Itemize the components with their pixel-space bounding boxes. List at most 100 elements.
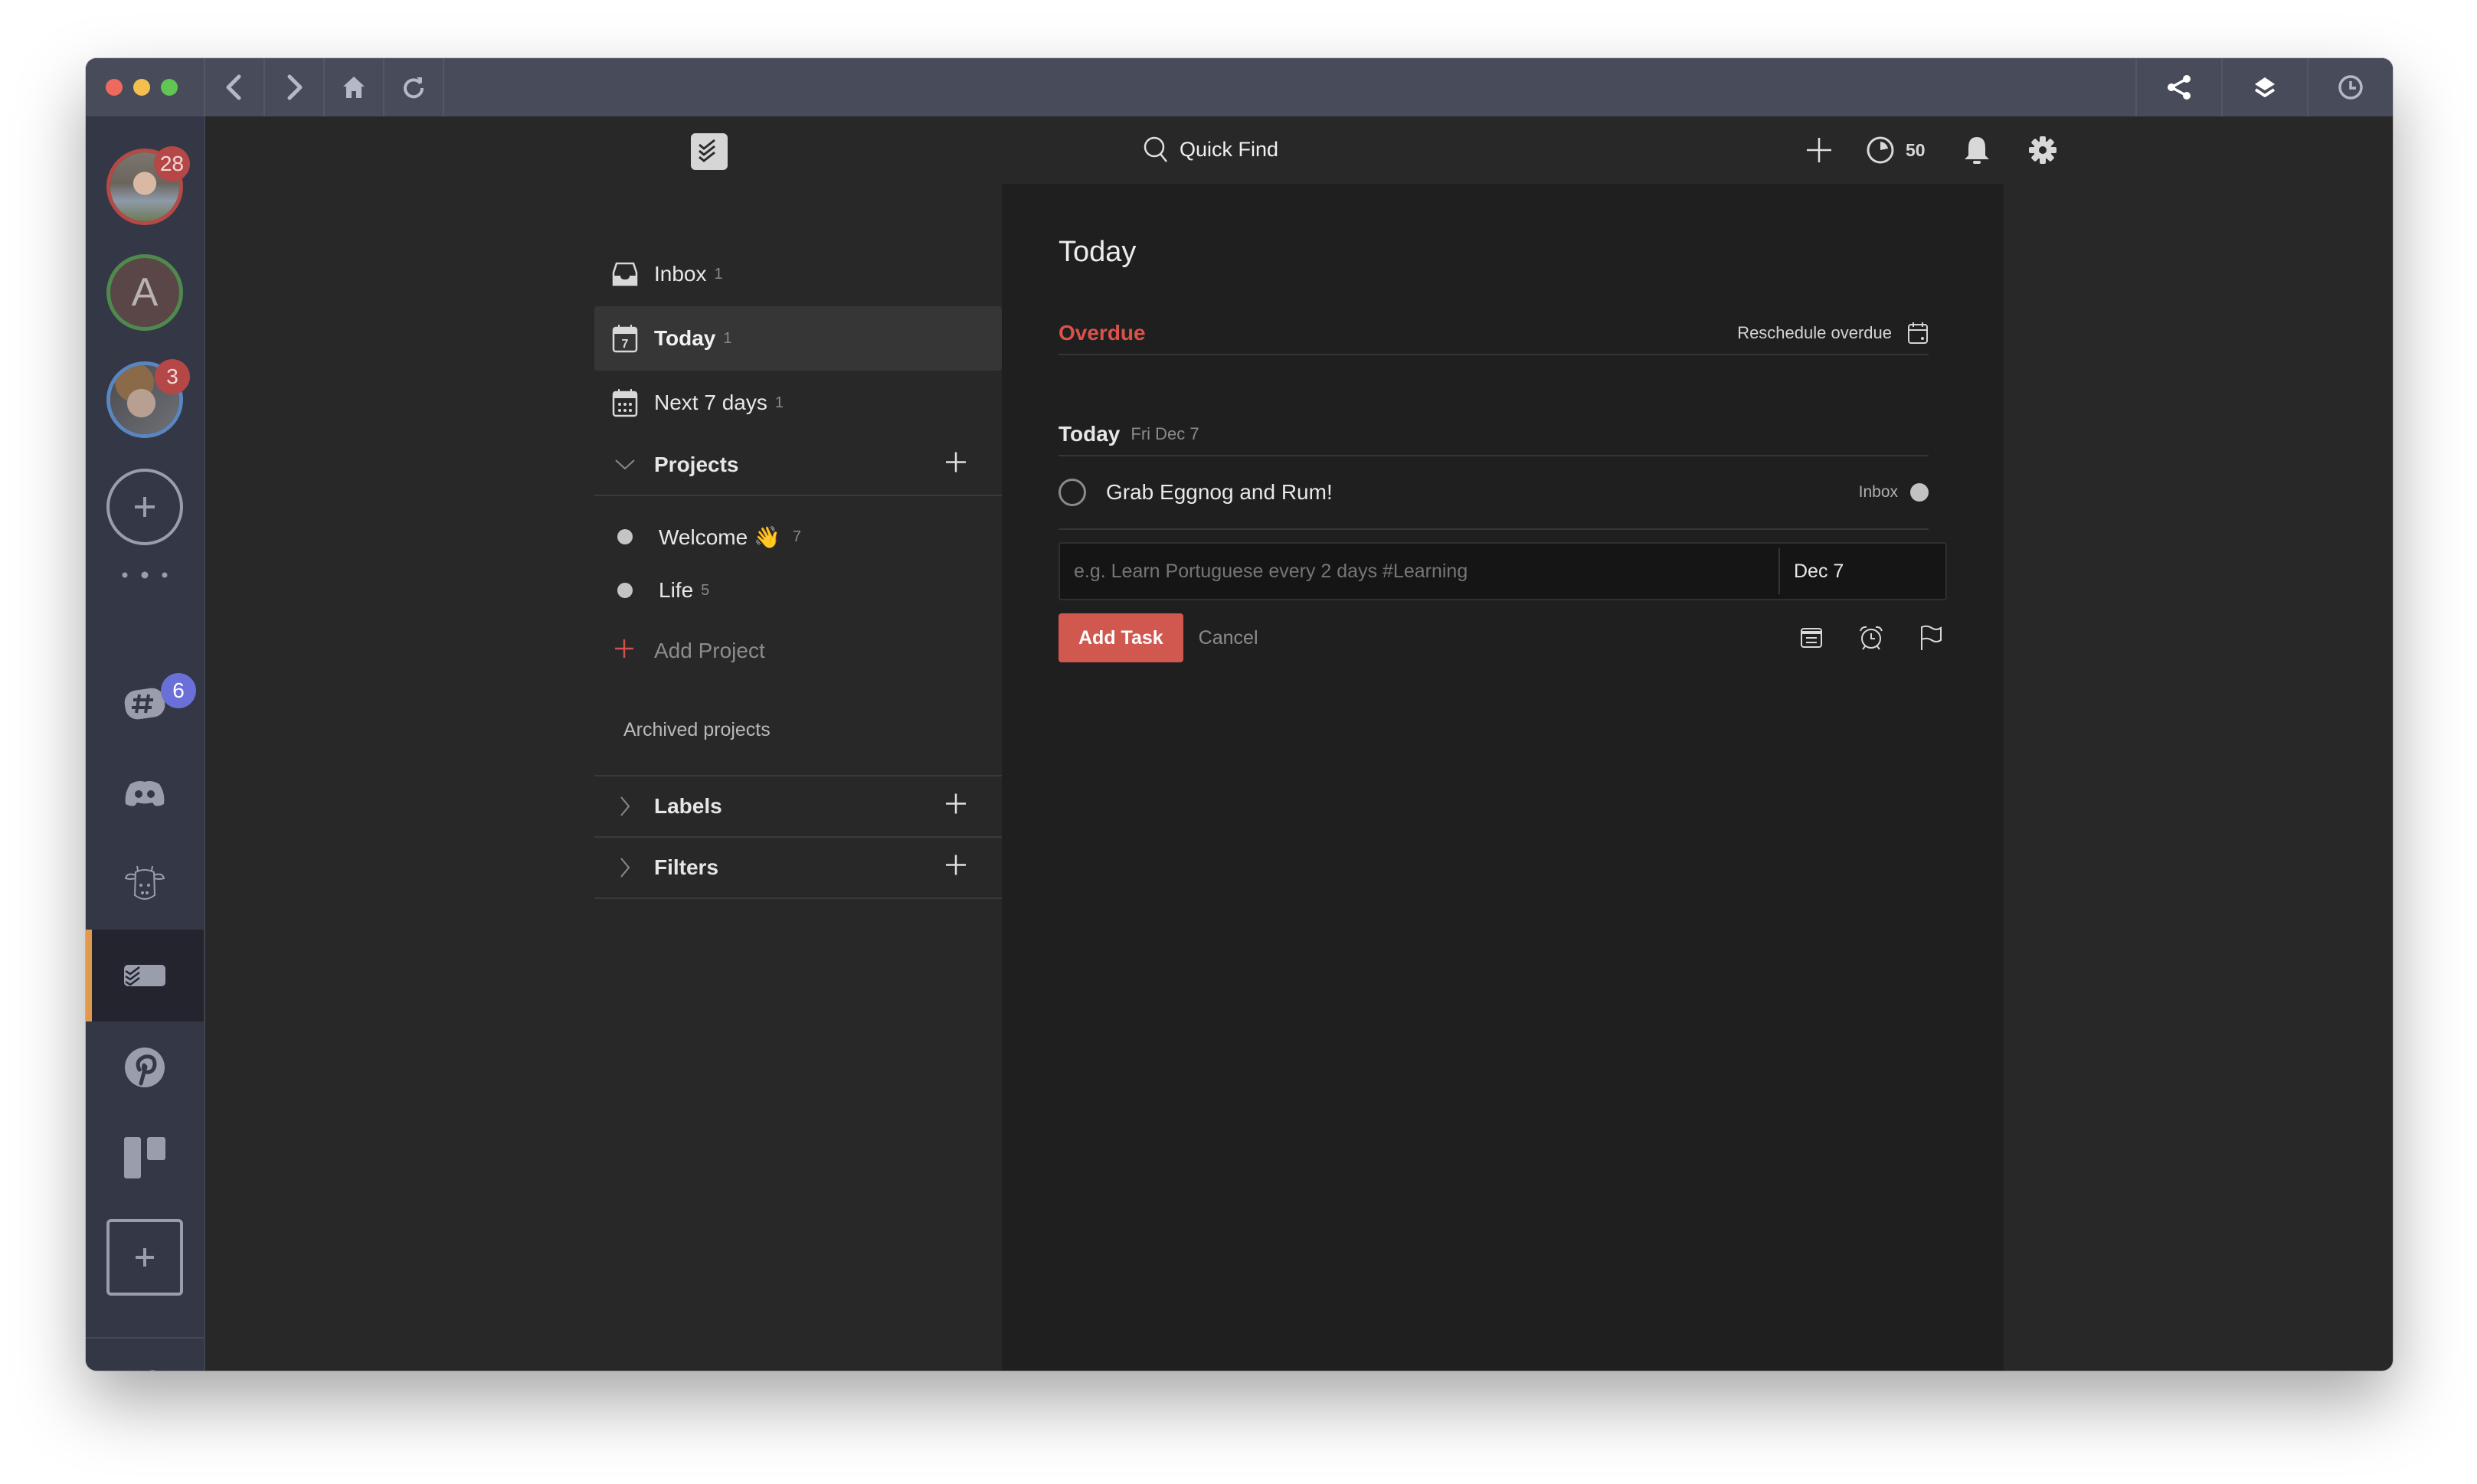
search-icon: [1144, 136, 1167, 162]
title-bar: [86, 58, 2393, 116]
settings-gear-button[interactable]: [2028, 136, 2057, 165]
task-complete-checkbox[interactable]: [1059, 479, 1086, 506]
left-navigation: Inbox 1 7 Today 1 Next 7 days 1 Projects…: [594, 242, 1002, 899]
quick-add-button[interactable]: [1806, 137, 1832, 163]
karma-value: 50: [1906, 139, 1926, 160]
project-label: Life: [659, 578, 694, 602]
avatar: A: [106, 254, 183, 331]
pinterest-icon: [125, 1048, 165, 1087]
project-color-dot: [617, 583, 633, 598]
project-welcome[interactable]: Welcome 👋 7: [594, 510, 1002, 564]
calendar-week-icon: [612, 389, 638, 417]
nav-inbox[interactable]: Inbox 1: [594, 242, 1002, 306]
gear-icon: [2028, 136, 2057, 164]
layers-icon: [2254, 77, 2276, 97]
task-editor: Dec 7: [1059, 542, 1947, 600]
due-date-input[interactable]: Dec 7: [1778, 548, 1945, 594]
account-3[interactable]: 3: [86, 354, 204, 446]
page-title: Today: [1059, 236, 1137, 268]
task-content-input[interactable]: [1060, 544, 1778, 599]
service-cow-app[interactable]: [86, 839, 204, 930]
overdue-label: Overdue: [1059, 321, 1146, 345]
service-discord[interactable]: [86, 747, 204, 839]
reschedule-overdue-button[interactable]: Reschedule overdue: [1737, 322, 1929, 345]
comment-button[interactable]: [1800, 626, 1823, 649]
forward-button[interactable]: [265, 58, 325, 116]
layers-button[interactable]: [2221, 58, 2307, 116]
app-top-bar: Quick Find 50: [205, 116, 2393, 184]
notifications-button[interactable]: [1964, 136, 1990, 165]
overdue-section-header: Overdue Reschedule overdue: [1059, 312, 1929, 355]
more-dots-icon: [122, 571, 168, 579]
service-pinterest[interactable]: [86, 1021, 204, 1113]
calendar-icon: [1908, 322, 1928, 344]
project-color-dot: [617, 529, 633, 544]
avatar-initial: A: [131, 270, 159, 315]
logo-icon: [699, 139, 715, 162]
service-trello[interactable]: [86, 1112, 204, 1204]
slack-icon: [124, 688, 165, 719]
plus-icon: [946, 855, 966, 875]
more-accounts-button[interactable]: [86, 564, 204, 587]
app-window: 28 A 3 6 Quick Find 50 Inbox 1 7 Today 1…: [86, 58, 2393, 1371]
cancel-button[interactable]: Cancel: [1199, 627, 1258, 649]
notification-badge: 3: [155, 359, 190, 394]
add-task-button[interactable]: Add Task: [1059, 613, 1183, 662]
home-icon: [343, 77, 365, 98]
bell-icon: [1964, 137, 1989, 164]
chevron-right-icon: [620, 796, 630, 816]
history-button[interactable]: [2307, 58, 2393, 116]
todoist-logo[interactable]: [691, 133, 728, 170]
reschedule-label: Reschedule overdue: [1737, 323, 1892, 342]
productivity-button[interactable]: 50: [1866, 136, 1926, 165]
share-icon: [2168, 75, 2191, 100]
inbox-icon: [612, 262, 638, 286]
alarm-clock-icon: [1860, 626, 1883, 650]
account-1[interactable]: 28: [86, 141, 204, 233]
priority-button[interactable]: [1919, 625, 1942, 651]
home-button[interactable]: [325, 58, 384, 116]
nav-inbox-label: Inbox: [654, 262, 707, 286]
back-button[interactable]: [205, 58, 265, 116]
main-content: Today Overdue Reschedule overdue Today F…: [1002, 184, 2004, 1371]
quick-find-search[interactable]: Quick Find: [1143, 130, 1278, 168]
nav-today[interactable]: 7 Today 1: [594, 306, 1002, 371]
settings-button[interactable]: [86, 1339, 204, 1371]
project-life[interactable]: Life 5: [594, 564, 1002, 617]
close-window-button[interactable]: [106, 79, 123, 96]
add-label-button[interactable]: [945, 793, 967, 820]
add-project-plus-button[interactable]: [945, 452, 967, 479]
add-service-button[interactable]: [86, 1211, 204, 1303]
reload-button[interactable]: [384, 58, 444, 116]
task-project-tag[interactable]: Inbox: [1859, 483, 1929, 502]
plus-icon: [946, 793, 966, 814]
todoist-icon: [124, 965, 165, 986]
service-slack[interactable]: 6: [86, 663, 204, 747]
account-2[interactable]: A: [86, 247, 204, 338]
share-button[interactable]: [2135, 58, 2221, 116]
service-todoist[interactable]: [86, 930, 204, 1021]
archived-projects-link[interactable]: Archived projects: [594, 685, 1002, 776]
notification-badge: 6: [161, 672, 196, 708]
nav-today-label: Today: [654, 326, 716, 350]
svg-text:7: 7: [622, 338, 629, 351]
project-color-dot: [1910, 483, 1929, 502]
add-project-button[interactable]: Add Project: [594, 617, 1002, 685]
labels-section-header[interactable]: Labels: [594, 776, 1002, 838]
maximize-window-button[interactable]: [161, 79, 178, 96]
avatar: 3: [106, 359, 190, 438]
filters-label: Filters: [654, 855, 719, 879]
projects-section-header[interactable]: Projects: [594, 435, 1002, 496]
minimize-window-button[interactable]: [133, 79, 150, 96]
add-filter-button[interactable]: [945, 855, 967, 881]
reminder-button[interactable]: [1858, 625, 1884, 651]
nav-next-7-days[interactable]: Next 7 days 1: [594, 371, 1002, 435]
add-account-button[interactable]: [86, 461, 204, 553]
task-item[interactable]: Grab Eggnog and Rum! Inbox: [1059, 456, 1929, 530]
labels-label: Labels: [654, 794, 722, 818]
back-icon: [226, 74, 241, 100]
nav-next-7-days-count: 1: [774, 394, 784, 411]
filters-section-header[interactable]: Filters: [594, 838, 1002, 899]
wrench-icon: [149, 1370, 156, 1371]
trello-icon: [124, 1137, 165, 1178]
